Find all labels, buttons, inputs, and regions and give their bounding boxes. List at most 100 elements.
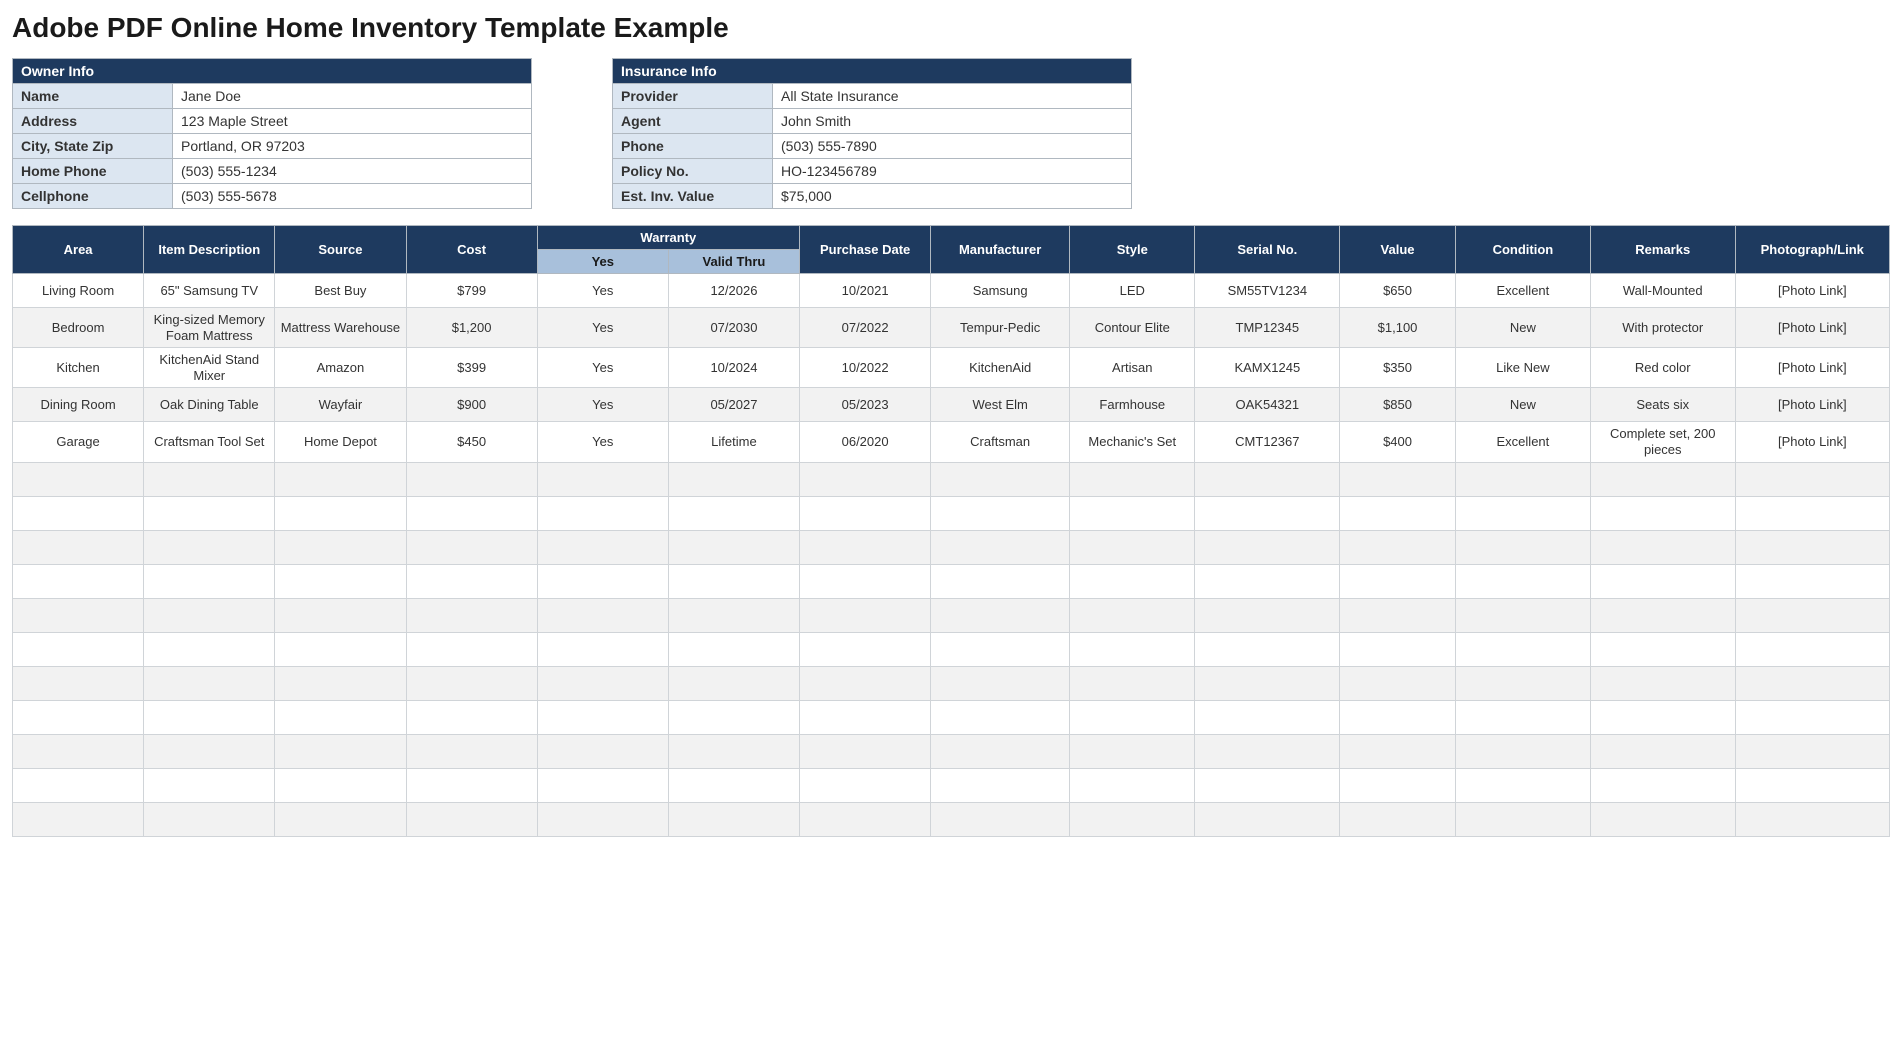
empty-cell: [1070, 666, 1195, 700]
empty-cell: [800, 802, 931, 836]
cell-photo: [Photo Link]: [1735, 308, 1889, 348]
empty-cell: [1195, 564, 1340, 598]
empty-cell: [537, 768, 668, 802]
empty-cell: [1735, 564, 1889, 598]
empty-cell: [1455, 768, 1590, 802]
info-section: Owner Info Name Jane Doe Address 123 Map…: [12, 58, 1890, 209]
cell-photo: [Photo Link]: [1735, 422, 1889, 462]
empty-cell: [13, 734, 144, 768]
empty-cell: [537, 530, 668, 564]
cell-mfr: Craftsman: [931, 422, 1070, 462]
cell-style: Artisan: [1070, 348, 1195, 388]
empty-cell: [931, 632, 1070, 666]
cell-source: Mattress Warehouse: [275, 308, 406, 348]
empty-cell: [1070, 768, 1195, 802]
empty-cell: [144, 700, 275, 734]
empty-cell: [1070, 802, 1195, 836]
empty-cell: [1735, 666, 1889, 700]
cell-source: Amazon: [275, 348, 406, 388]
cell-style: Contour Elite: [1070, 308, 1195, 348]
empty-cell: [1590, 598, 1735, 632]
empty-cell: [1735, 734, 1889, 768]
empty-cell: [1590, 768, 1735, 802]
empty-cell: [668, 530, 799, 564]
cell-wyes: Yes: [537, 348, 668, 388]
owner-cellphone-value: (503) 555-5678: [173, 184, 532, 209]
insurance-policy-label: Policy No.: [613, 159, 773, 184]
empty-cell: [1340, 598, 1456, 632]
table-row-empty: [13, 632, 1890, 666]
page-title: Adobe PDF Online Home Inventory Template…: [12, 12, 1890, 44]
empty-cell: [13, 768, 144, 802]
th-area: Area: [13, 226, 144, 274]
inventory-table: Area Item Description Source Cost Warran…: [12, 225, 1890, 837]
empty-cell: [1735, 632, 1889, 666]
empty-cell: [1590, 462, 1735, 496]
th-desc: Item Description: [144, 226, 275, 274]
cell-style: Farmhouse: [1070, 388, 1195, 422]
empty-cell: [1590, 496, 1735, 530]
owner-homephone-value: (503) 555-1234: [173, 159, 532, 184]
cell-value: $400: [1340, 422, 1456, 462]
cell-area: Kitchen: [13, 348, 144, 388]
empty-cell: [1195, 700, 1340, 734]
empty-cell: [13, 462, 144, 496]
cell-serial: KAMX1245: [1195, 348, 1340, 388]
empty-cell: [537, 564, 668, 598]
empty-cell: [800, 632, 931, 666]
empty-cell: [1070, 598, 1195, 632]
table-row-empty: [13, 598, 1890, 632]
insurance-info-table: Insurance Info Provider All State Insura…: [612, 58, 1132, 209]
table-row-empty: [13, 564, 1890, 598]
empty-cell: [1070, 496, 1195, 530]
cell-area: Dining Room: [13, 388, 144, 422]
empty-cell: [668, 768, 799, 802]
empty-cell: [13, 700, 144, 734]
empty-cell: [668, 598, 799, 632]
empty-cell: [144, 632, 275, 666]
empty-cell: [144, 802, 275, 836]
empty-cell: [13, 802, 144, 836]
insurance-estvalue-label: Est. Inv. Value: [613, 184, 773, 209]
cell-mfr: Samsung: [931, 274, 1070, 308]
cell-wthru: 12/2026: [668, 274, 799, 308]
th-pdate: Purchase Date: [800, 226, 931, 274]
cell-pdate: 05/2023: [800, 388, 931, 422]
empty-cell: [406, 598, 537, 632]
empty-cell: [1070, 700, 1195, 734]
empty-cell: [144, 666, 275, 700]
cell-remarks: Complete set, 200 pieces: [1590, 422, 1735, 462]
empty-cell: [668, 462, 799, 496]
cell-style: LED: [1070, 274, 1195, 308]
th-cond: Condition: [1455, 226, 1590, 274]
table-row: GarageCraftsman Tool SetHome Depot$450Ye…: [13, 422, 1890, 462]
empty-cell: [275, 768, 406, 802]
table-row-empty: [13, 734, 1890, 768]
cell-cond: New: [1455, 388, 1590, 422]
empty-cell: [1195, 802, 1340, 836]
cell-desc: 65" Samsung TV: [144, 274, 275, 308]
empty-cell: [1590, 802, 1735, 836]
owner-cellphone-label: Cellphone: [13, 184, 173, 209]
th-warranty-yes: Yes: [537, 250, 668, 274]
empty-cell: [800, 734, 931, 768]
table-row: KitchenKitchenAid Stand MixerAmazon$399Y…: [13, 348, 1890, 388]
owner-address-label: Address: [13, 109, 173, 134]
cell-cost: $399: [406, 348, 537, 388]
empty-cell: [668, 734, 799, 768]
empty-cell: [144, 462, 275, 496]
empty-cell: [537, 496, 668, 530]
empty-cell: [1735, 700, 1889, 734]
cell-value: $350: [1340, 348, 1456, 388]
empty-cell: [931, 530, 1070, 564]
empty-cell: [1340, 632, 1456, 666]
cell-wyes: Yes: [537, 422, 668, 462]
th-source: Source: [275, 226, 406, 274]
owner-city-value: Portland, OR 97203: [173, 134, 532, 159]
owner-homephone-label: Home Phone: [13, 159, 173, 184]
empty-cell: [1590, 734, 1735, 768]
empty-cell: [1590, 700, 1735, 734]
insurance-policy-value: HO-123456789: [773, 159, 1132, 184]
empty-cell: [800, 564, 931, 598]
empty-cell: [1735, 530, 1889, 564]
